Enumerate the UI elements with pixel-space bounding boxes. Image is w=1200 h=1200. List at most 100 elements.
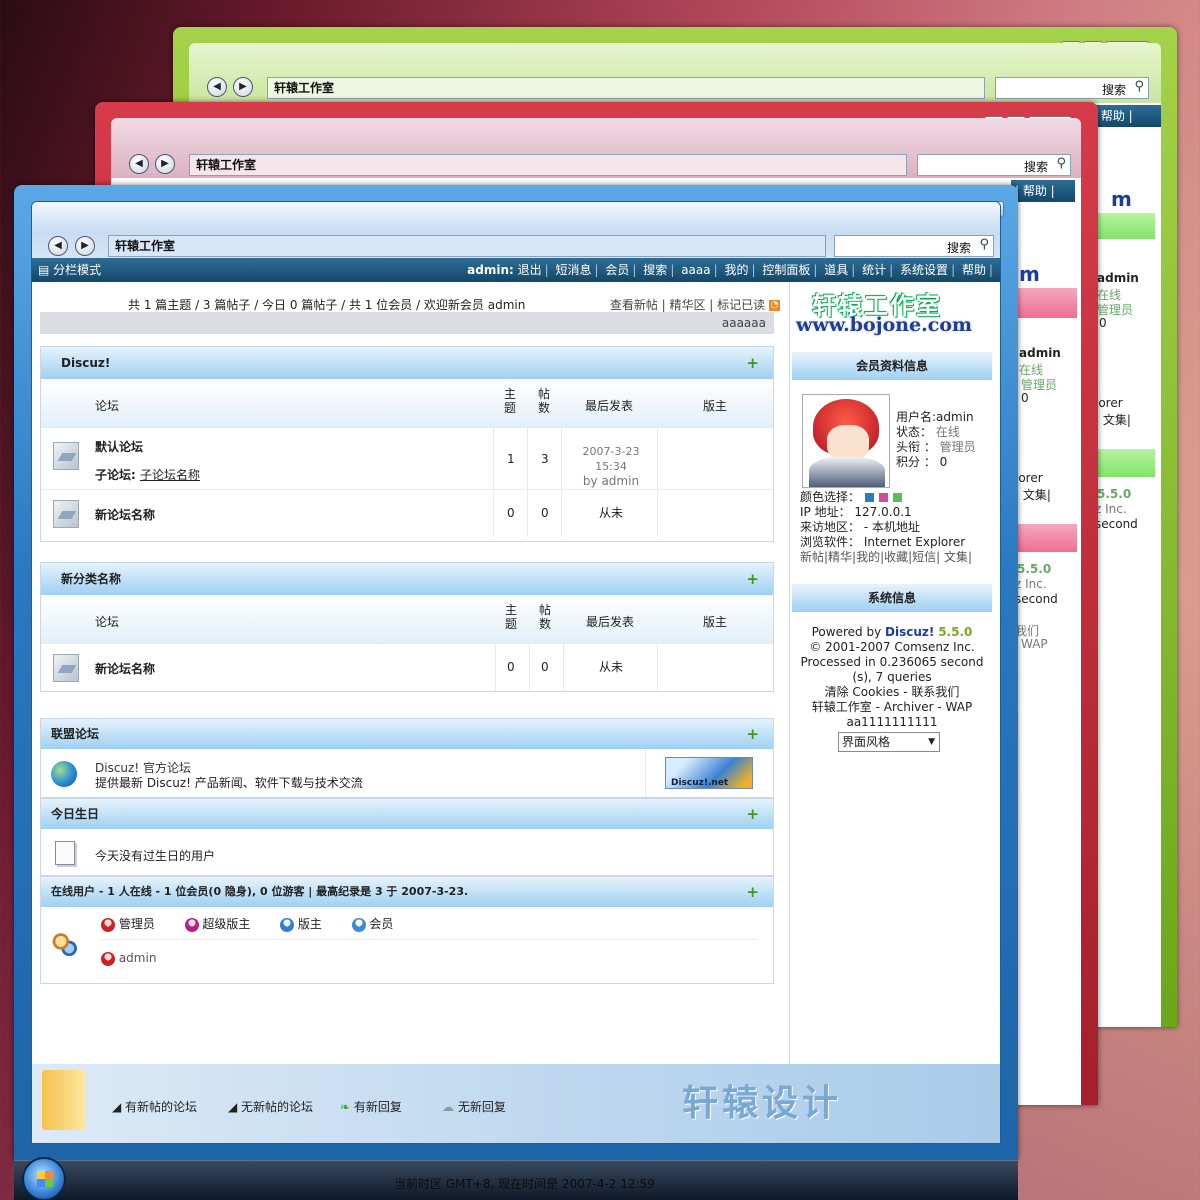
collapse-icon[interactable]: + [746, 877, 759, 907]
main-window[interactable]: –□✕ ◀ ▶ 轩辕工作室 搜索⚲ ▤ 分栏模式 admin: 退出| 短消息|… [14, 185, 1018, 1160]
powered-brand[interactable]: Discuz! [885, 625, 934, 639]
address-bar[interactable]: 轩辕工作室 [108, 235, 826, 257]
col-topics: 主题 [505, 603, 518, 631]
online-user[interactable]: admin [101, 951, 156, 966]
second-fragment: second [1015, 592, 1058, 606]
footer-links[interactable]: 清除 Cookies - 联系我们 [792, 685, 992, 700]
legend-supermod: 超级版主 [202, 917, 251, 931]
back-arrow-icon[interactable]: ◀ [129, 154, 149, 174]
address-bar[interactable]: 轩辕工作室 [267, 77, 985, 99]
collapse-icon[interactable]: + [746, 799, 759, 829]
inc-fragment: z Inc. [1015, 577, 1047, 591]
online-header[interactable]: 在线用户 - 1 人在线 - 1 位会员(0 隐身), 0 位游客 | 最高纪录… [41, 877, 773, 907]
back-arrow-icon[interactable]: ◀ [48, 236, 68, 256]
menu-messages[interactable]: 短消息 [556, 263, 592, 277]
search-icon[interactable]: ⚲ [979, 237, 989, 252]
forward-arrow-icon[interactable]: ▶ [233, 77, 253, 97]
browser-fragment: lorer [1095, 396, 1123, 410]
color-swatch-blue[interactable] [865, 493, 875, 502]
collapse-icon[interactable]: + [746, 347, 759, 379]
col-last: 最后发表 [586, 615, 635, 629]
menu-members[interactable]: 会员 [605, 263, 629, 277]
menu-help[interactable]: 帮助 [962, 263, 986, 277]
legend-new-reply-label: 有新回复 [353, 1100, 402, 1114]
menu-logout[interactable]: 退出 [518, 263, 542, 277]
forward-arrow-icon[interactable]: ▶ [75, 236, 95, 256]
back-arrow-icon[interactable]: ◀ [207, 77, 227, 97]
search-label: 搜索 [1023, 160, 1048, 174]
menu-settings[interactable]: 系统设置 [900, 263, 948, 277]
site-logo[interactable]: 轩辕工作室 www.bojone.com [794, 286, 990, 340]
online-user-name[interactable]: admin [119, 951, 157, 965]
last-post-by[interactable]: by admin [569, 474, 653, 489]
menu-aaaa[interactable]: aaaa [681, 263, 710, 277]
top-links[interactable]: 查看新帖 | 精华区 | 标记已读 ◔ [610, 296, 780, 313]
split-mode-label: 分栏模式 [53, 263, 102, 277]
column-header: 论坛 主题 帖数 最后发表 版主 [41, 379, 773, 427]
menu-control-panel[interactable]: 控制面板 [762, 263, 810, 277]
search-box[interactable]: 搜索 ⚲ [834, 235, 994, 257]
profile-title: 头衔 ： 管理员 [896, 440, 976, 455]
timezone-text: 当前时区 GMT+8, 现在时间是 2007-4-2 12:59 [394, 1177, 655, 1191]
search-icon[interactable]: ⚲ [1056, 156, 1066, 171]
split-mode-link[interactable]: ▤ 分栏模式 [38, 258, 101, 282]
topic-count: 0 [507, 506, 515, 520]
forum-name-link[interactable]: 新论坛名称 [95, 660, 155, 677]
birthday-header[interactable]: 今日生日 + [41, 799, 773, 829]
footer-brand: 轩辕设计 [682, 1082, 843, 1124]
profile-browser: 浏览软件： Internet Explorer [800, 535, 966, 549]
last-post[interactable]: 2007-3-23 15:34 by admin [569, 444, 653, 489]
col-mod: 版主 [703, 399, 728, 413]
main-window-body: ◀ ▶ 轩辕工作室 搜索 ⚲ ▤ 分栏模式 admin: 退出 | 短消息 | 会员 |… [31, 201, 1001, 1144]
sysinfo-header: 系统信息 [792, 584, 992, 612]
status-label: 状态： [896, 425, 933, 439]
last-post-time[interactable]: 2007-3-23 15:34 [569, 444, 653, 474]
collapse-icon[interactable]: + [746, 563, 759, 595]
start-button-icon[interactable] [22, 1157, 66, 1200]
top-links-text[interactable]: 查看新帖 | 精华区 | 标记已读 [610, 298, 765, 312]
col-forum: 论坛 [95, 399, 120, 413]
color-label: 颜色选择： [800, 490, 861, 504]
forum-name-link[interactable]: 默认论坛 [95, 438, 143, 455]
profile-links[interactable]: 新帖|精华|我的|收藏|短信| 文集| [800, 550, 972, 565]
footer-links-2[interactable]: 轩辕工作室 - Archiver - WAP [792, 700, 992, 715]
forum-row: 新论坛名称 0 0 从未 [41, 489, 773, 537]
col-mod: 版主 [703, 615, 728, 629]
menu-my[interactable]: 我的 [724, 263, 748, 277]
search-box[interactable]: 搜索 ⚲ [917, 154, 1071, 176]
rss-icon[interactable]: ◔ [769, 300, 780, 311]
search-icon[interactable]: ⚲ [1134, 79, 1144, 94]
chevron-down-icon[interactable]: ▼ [928, 733, 935, 751]
subforum-link[interactable]: 子论坛名称 [140, 468, 200, 482]
last-post: 从未 [598, 506, 623, 520]
points-fragment: 0 [1099, 316, 1107, 330]
points-fragment: 0 [1021, 391, 1029, 405]
forward-arrow-icon[interactable]: ▶ [155, 154, 175, 174]
sys-header-fragment [1017, 524, 1077, 552]
menu-stats[interactable]: 统计 [862, 263, 886, 277]
color-swatch-green[interactable] [893, 493, 903, 502]
search-box[interactable]: 搜索 ⚲ [995, 77, 1149, 99]
sidebar: 轩辕工作室 www.bojone.com 会员资料信息 用户名:admin 状态… [789, 282, 995, 1064]
birthday-title: 今日生日 [51, 807, 100, 821]
subforum-label: 子论坛: [95, 468, 136, 482]
profile-status: 状态： 在线 [896, 425, 960, 440]
legend-member: 会员 [369, 917, 394, 931]
address-bar[interactable]: 轩辕工作室 [189, 154, 907, 176]
alliance-header[interactable]: 联盟论坛 + [41, 719, 773, 749]
style-select[interactable]: 界面风格 ▼ [838, 732, 940, 752]
last-post: 从未 [598, 660, 623, 674]
color-swatch-pink[interactable] [879, 493, 889, 502]
forum-name-link[interactable]: 新论坛名称 [95, 506, 155, 523]
leaf-icon: ❧ [340, 1100, 351, 1114]
category-header[interactable]: 新分类名称 + [41, 563, 773, 595]
version-fragment: 5.5.0 [1017, 562, 1052, 576]
menu-search[interactable]: 搜索 [643, 263, 667, 277]
alliance-desc: 提供最新 Discuz! 产品新闻、软件下载与技术交流 [95, 776, 363, 790]
category-header[interactable]: Discuz! + [41, 347, 773, 379]
collapse-icon[interactable]: + [746, 719, 759, 749]
menu-tools[interactable]: 道具 [824, 263, 848, 277]
logo-fragment: m [1111, 187, 1132, 211]
color-picker: 颜色选择： [800, 490, 903, 505]
discuz-net-badge[interactable]: Discuz!.net [665, 757, 753, 789]
